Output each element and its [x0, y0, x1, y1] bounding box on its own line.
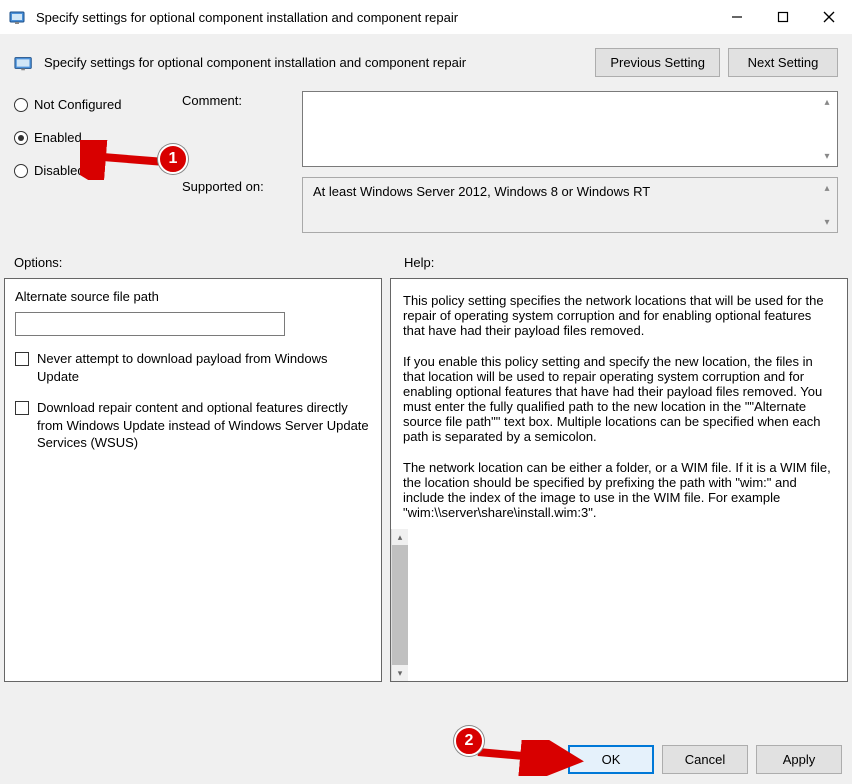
supported-scroll: ▴ ▾	[819, 180, 835, 230]
policy-header: Specify settings for optional component …	[0, 34, 852, 83]
state-radios: Not Configured Enabled Disabled	[14, 91, 164, 233]
policy-icon	[14, 53, 34, 73]
scroll-down-icon[interactable]: ▾	[819, 148, 835, 164]
help-paragraph: This policy setting specifies the networ…	[403, 293, 831, 338]
title-bar-left: Specify settings for optional component …	[8, 7, 458, 27]
help-panel: This policy setting specifies the networ…	[391, 279, 847, 529]
dialog-buttons: OK Cancel Apply	[568, 745, 842, 774]
radio-icon	[14, 98, 28, 112]
title-bar: Specify settings for optional component …	[0, 0, 852, 34]
textarea-scroll: ▴ ▾	[819, 94, 835, 164]
checkbox-icon	[15, 352, 29, 366]
scroll-up-icon[interactable]: ▴	[819, 180, 835, 196]
help-scrollbar[interactable]: ▴ ▾	[391, 529, 408, 681]
direct-wu-checkbox-row[interactable]: Download repair content and optional fea…	[15, 399, 371, 452]
maximize-button[interactable]	[760, 0, 806, 34]
options-label: Options:	[14, 255, 384, 270]
radio-icon	[14, 164, 28, 178]
next-setting-button[interactable]: Next Setting	[728, 48, 838, 77]
radio-icon	[14, 131, 28, 145]
radio-disabled[interactable]: Disabled	[14, 163, 164, 178]
radio-label: Enabled	[34, 130, 82, 145]
help-panel-wrap: This policy setting specifies the networ…	[390, 278, 848, 682]
form-area: Not Configured Enabled Disabled Comment:…	[0, 83, 852, 237]
scrollbar-thumb[interactable]	[392, 545, 408, 665]
window-controls	[714, 0, 852, 34]
radio-enabled[interactable]: Enabled	[14, 130, 164, 145]
comment-row: Comment: ▴ ▾	[182, 91, 838, 167]
close-button[interactable]	[806, 0, 852, 34]
app-icon	[8, 7, 28, 27]
checkbox-label: Download repair content and optional fea…	[37, 399, 371, 452]
alt-source-path-input[interactable]	[15, 312, 285, 336]
radio-label: Not Configured	[34, 97, 121, 112]
checkbox-icon	[15, 401, 29, 415]
policy-heading: Specify settings for optional component …	[44, 55, 466, 70]
annotation-badge-2: 2	[454, 726, 484, 756]
checkbox-label: Never attempt to download payload from W…	[37, 350, 371, 385]
window-title: Specify settings for optional component …	[36, 10, 458, 25]
scroll-up-icon[interactable]: ▴	[392, 529, 408, 545]
radio-label: Disabled	[34, 163, 85, 178]
never-download-checkbox-row[interactable]: Never attempt to download payload from W…	[15, 350, 371, 385]
comment-textarea[interactable]: ▴ ▾	[302, 91, 838, 167]
minimize-button[interactable]	[714, 0, 760, 34]
scroll-down-icon[interactable]: ▾	[819, 214, 835, 230]
policy-header-left: Specify settings for optional component …	[14, 53, 466, 73]
nav-buttons: Previous Setting Next Setting	[595, 48, 838, 77]
ok-button[interactable]: OK	[568, 745, 654, 774]
options-panel: Alternate source file path Never attempt…	[4, 278, 382, 682]
cancel-button[interactable]: Cancel	[662, 745, 748, 774]
comment-label: Comment:	[182, 91, 292, 108]
supported-label: Supported on:	[182, 177, 292, 194]
supported-on-text: At least Windows Server 2012, Windows 8 …	[313, 184, 650, 199]
scroll-down-icon[interactable]: ▾	[392, 665, 408, 681]
help-paragraph: If you enable this policy setting and sp…	[403, 354, 831, 444]
supported-on-box: At least Windows Server 2012, Windows 8 …	[302, 177, 838, 233]
help-paragraph: The network location can be either a fol…	[403, 460, 831, 520]
scroll-up-icon[interactable]: ▴	[819, 94, 835, 110]
apply-button[interactable]: Apply	[756, 745, 842, 774]
alt-source-path-label: Alternate source file path	[15, 289, 371, 304]
help-label: Help:	[404, 255, 838, 270]
supported-row: Supported on: At least Windows Server 20…	[182, 177, 838, 233]
lower-panels: Alternate source file path Never attempt…	[0, 274, 852, 682]
previous-setting-button[interactable]: Previous Setting	[595, 48, 720, 77]
radio-not-configured[interactable]: Not Configured	[14, 97, 164, 112]
section-labels: Options: Help:	[0, 237, 852, 274]
fields-column: Comment: ▴ ▾ Supported on: At least Wind…	[182, 91, 838, 233]
